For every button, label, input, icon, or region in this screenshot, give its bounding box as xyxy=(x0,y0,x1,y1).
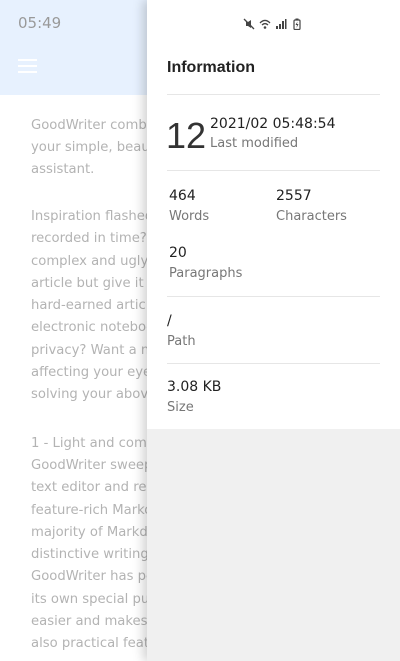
last-modified-value: 2021/02 05:48:54 xyxy=(210,116,336,132)
info-drawer: Information 12 2021/02 05:48:54 Last mod… xyxy=(147,0,400,661)
path-value: / xyxy=(167,313,172,329)
battery-charging-icon xyxy=(293,18,301,30)
path-label: Path xyxy=(167,334,196,349)
info-panel: Information 12 2021/02 05:48:54 Last mod… xyxy=(147,0,400,429)
signal-icon xyxy=(276,19,287,29)
paragraphs-label: Paragraphs xyxy=(169,266,243,281)
divider xyxy=(167,170,380,171)
words-label: Words xyxy=(169,209,210,224)
size-value: 3.08 KB xyxy=(167,379,222,395)
divider xyxy=(167,363,380,364)
status-icons xyxy=(243,17,303,31)
characters-value: 2557 xyxy=(276,188,312,204)
stat-count-big: 12 xyxy=(166,115,207,156)
words-value: 464 xyxy=(169,188,196,204)
divider xyxy=(167,94,380,95)
paragraphs-value: 20 xyxy=(169,245,187,261)
drawer-title: Information xyxy=(167,59,255,76)
characters-label: Characters xyxy=(276,209,347,224)
size-label: Size xyxy=(167,400,194,415)
mute-icon xyxy=(243,18,255,30)
last-modified-label: Last modified xyxy=(210,136,299,151)
divider xyxy=(167,296,380,297)
wifi-icon xyxy=(259,19,271,29)
